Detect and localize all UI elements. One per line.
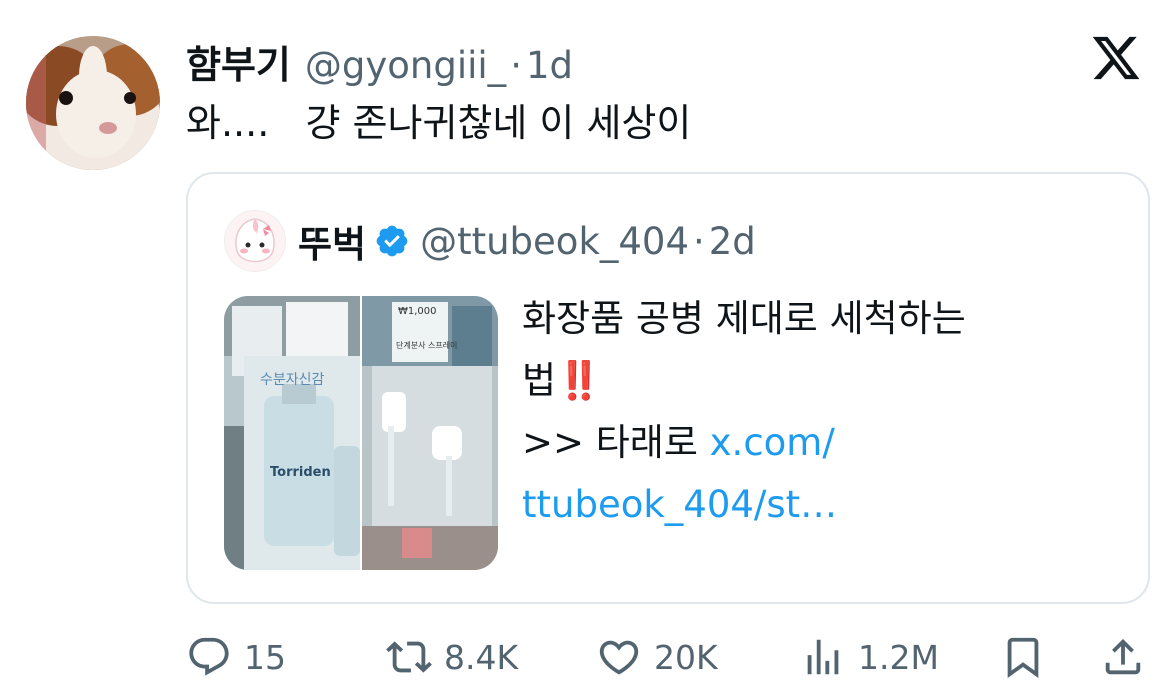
double-exclamation-emoji: ‼️ xyxy=(556,359,603,402)
quoted-author-name[interactable]: 뚜벅 xyxy=(298,214,366,268)
x-logo-icon xyxy=(1090,32,1142,84)
quoted-tweet-header: 뚜벅 @ttubeok_404 · 2d xyxy=(224,210,756,272)
quoted-text-line2: 법‼️ xyxy=(522,359,603,402)
separator-dot: · xyxy=(510,44,522,87)
share-button[interactable] xyxy=(1100,630,1146,684)
tweet-timestamp[interactable]: 1d xyxy=(526,44,573,87)
quoted-text-line3: >> 타래로 x.com/ xyxy=(522,421,835,464)
like-count: 20K xyxy=(654,637,718,677)
quoted-author-handle[interactable]: @ttubeok_404 xyxy=(420,220,689,263)
peach-character-avatar-image xyxy=(225,211,285,271)
reply-icon xyxy=(189,637,229,676)
quoted-link-part1[interactable]: x.com/ xyxy=(710,421,835,464)
retweet-count: 8.4K xyxy=(444,637,519,677)
like-button[interactable]: 20K xyxy=(596,630,718,684)
reply-button[interactable]: 15 xyxy=(186,630,286,684)
author-name[interactable]: 햠부기 xyxy=(186,34,291,89)
quoted-media-thumbnail[interactable]: 수분자신감 Torriden ₩1,000 단계분사 스프레이 xyxy=(224,296,498,570)
share-icon xyxy=(1105,638,1141,675)
quoted-tweet[interactable]: 뚜벅 @ttubeok_404 · 2d 수분자신감 Torriden ₩1,0… xyxy=(186,172,1150,604)
author-handle[interactable]: @gyongiii_ xyxy=(305,44,506,87)
views-icon xyxy=(807,639,839,675)
bookmark-button[interactable] xyxy=(1000,630,1046,684)
action-bar: 15 8.4K 20K 1.2M xyxy=(186,630,1146,684)
guinea-pig-avatar-image xyxy=(26,36,160,170)
verified-badge-icon xyxy=(376,225,408,257)
tweet-card[interactable]: 햠부기 @gyongiii_ · 1d 와.... 걍 존나귀찮네 이 세상이 xyxy=(0,0,1160,690)
views-button[interactable]: 1.2M xyxy=(800,630,939,684)
media-image-left: 수분자신감 Torriden xyxy=(224,296,360,570)
media-left-text: 수분자신감 xyxy=(260,372,325,388)
quoted-timestamp[interactable]: 2d xyxy=(709,220,756,263)
media-right-label1: ₩1,000 xyxy=(398,306,437,317)
retweet-button[interactable]: 8.4K xyxy=(386,630,518,684)
reply-count: 15 xyxy=(244,637,286,677)
bookmark-icon xyxy=(1007,637,1039,678)
separator-dot: · xyxy=(693,219,705,263)
quoted-tweet-text: 화장품 공병 제대로 세척하는 법‼️ >> 타래로 x.com/ ttubeo… xyxy=(522,288,1082,536)
media-image-right: ₩1,000 단계분사 스프레이 xyxy=(362,296,498,570)
retweet-icon xyxy=(386,641,432,673)
tweet-text: 와.... 걍 존나귀찮네 이 세상이 xyxy=(186,101,692,145)
view-count: 1.2M xyxy=(858,637,939,677)
media-right-label2: 단계분사 스프레이 xyxy=(396,340,457,350)
quoted-author-avatar[interactable] xyxy=(224,210,286,272)
author-avatar[interactable] xyxy=(26,36,160,170)
quoted-link-part2[interactable]: ttubeok_404/st… xyxy=(522,474,1082,536)
tweet-header: 햠부기 @gyongiii_ · 1d xyxy=(186,34,573,87)
media-left-brand: Torriden xyxy=(270,465,331,480)
quoted-text-line1: 화장품 공병 제대로 세척하는 xyxy=(522,297,966,340)
heart-icon xyxy=(599,640,639,675)
